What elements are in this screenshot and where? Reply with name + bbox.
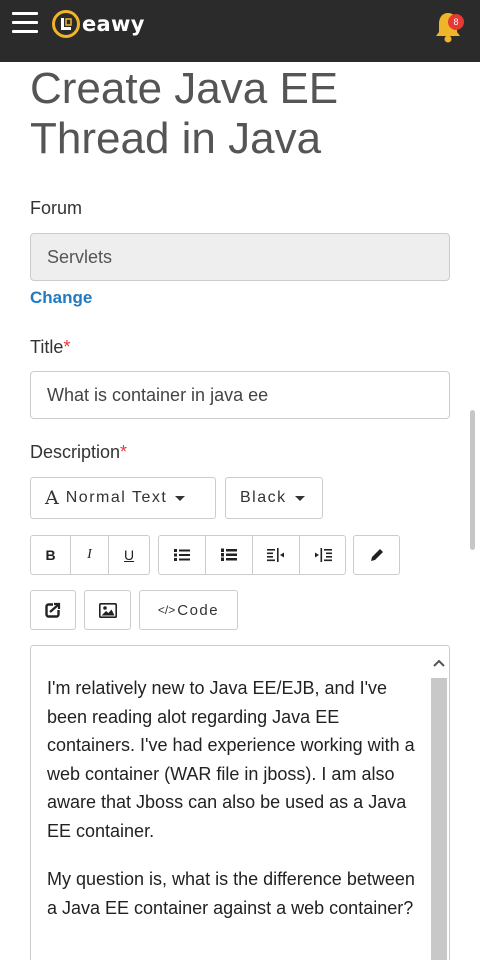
top-bar: eawy 8 xyxy=(0,0,480,62)
embed-icon xyxy=(45,602,61,618)
text-style-icon: A xyxy=(45,487,59,509)
bullet-list-icon xyxy=(174,549,190,561)
title-input[interactable] xyxy=(30,371,450,419)
change-forum-link[interactable]: Change xyxy=(30,288,92,308)
description-editor[interactable]: I'm relatively new to Java EE/EJB, and I… xyxy=(30,645,450,960)
pencil-icon xyxy=(370,549,383,561)
description-label: Description* xyxy=(30,442,127,463)
forum-field: Servlets xyxy=(30,233,450,281)
required-marker: * xyxy=(63,337,71,357)
hamburger-menu-icon[interactable] xyxy=(12,12,38,34)
insert-image-button[interactable] xyxy=(84,590,131,630)
code-button[interactable]: </> Code xyxy=(139,590,238,630)
logo-icon xyxy=(52,10,80,38)
code-icon: </> xyxy=(157,603,176,617)
notifications-bell-icon[interactable]: 8 xyxy=(433,10,464,44)
bullet-list-button[interactable] xyxy=(159,536,206,574)
numbered-list-icon xyxy=(221,548,237,561)
numbered-list-button[interactable] xyxy=(206,536,253,574)
editor-paragraph: I'm relatively new to Java EE/EJB, and I… xyxy=(47,678,415,841)
indent-icon xyxy=(314,548,332,562)
page-scrollbar[interactable] xyxy=(470,410,475,550)
chevron-down-icon xyxy=(175,495,186,501)
pencil-button[interactable] xyxy=(353,535,400,575)
editor-paragraph: My question is, what is the difference b… xyxy=(47,869,415,918)
text-style-value: Normal Text xyxy=(65,489,168,506)
required-marker: * xyxy=(120,442,128,462)
bold-button[interactable]: B xyxy=(31,536,71,574)
editor-scrollbar-thumb[interactable] xyxy=(431,678,447,960)
outdent-button[interactable] xyxy=(253,536,300,574)
code-button-label: Code xyxy=(177,601,220,619)
text-style-dropdown[interactable]: A Normal Text xyxy=(30,477,216,519)
indent-button[interactable] xyxy=(300,536,345,574)
underline-button[interactable]: U xyxy=(109,536,149,574)
chevron-down-icon xyxy=(294,495,305,501)
list-button-group xyxy=(158,535,346,575)
logo[interactable]: eawy xyxy=(52,10,145,38)
title-label-text: Title xyxy=(30,337,64,357)
logo-text: eawy xyxy=(82,12,145,36)
notification-count-badge: 8 xyxy=(448,14,464,30)
page-title: Create Java EE Thread in Java xyxy=(30,64,339,163)
image-icon xyxy=(98,602,117,618)
editor-scrollbar[interactable] xyxy=(429,646,449,960)
editor-content[interactable]: I'm relatively new to Java EE/EJB, and I… xyxy=(47,674,417,942)
format-button-group: B I U xyxy=(30,535,150,575)
title-label: Title* xyxy=(30,337,70,358)
description-label-text: Description xyxy=(30,442,121,462)
text-color-dropdown[interactable]: Black xyxy=(225,477,323,519)
scroll-up-arrow-icon[interactable] xyxy=(433,658,445,668)
embed-button[interactable] xyxy=(30,590,76,630)
italic-button[interactable]: I xyxy=(71,536,109,574)
text-color-value: Black xyxy=(240,489,287,506)
outdent-icon xyxy=(267,548,284,562)
forum-label: Forum xyxy=(30,198,83,218)
